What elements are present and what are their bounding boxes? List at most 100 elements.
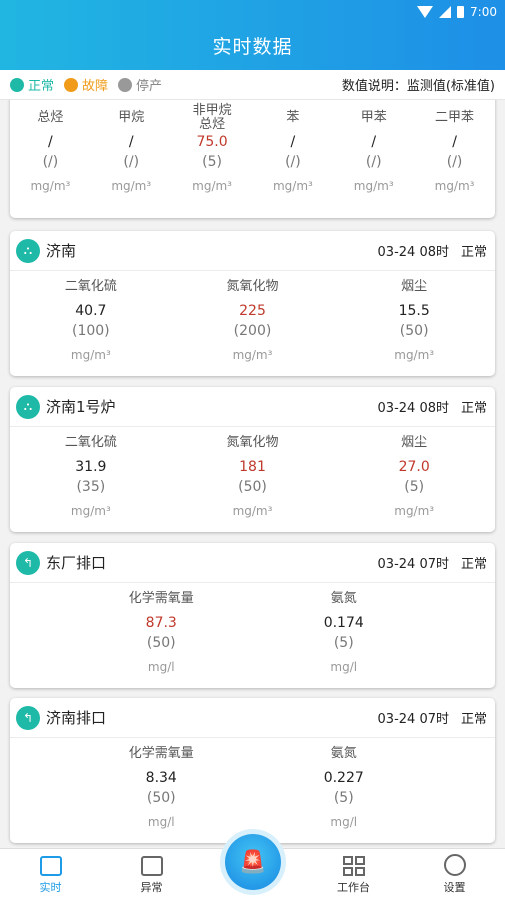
- site-time: 03-24 08时: [377, 401, 449, 416]
- app-header: 7:00 实时数据: [0, 0, 505, 70]
- site-card-header[interactable]: ⛬ 济南 03-24 08时 正常: [10, 231, 495, 271]
- pollutant-cell: 氮氧化物 225 (200) mg/m³: [172, 273, 334, 369]
- nav-realtime-label: 实时: [39, 881, 62, 894]
- nav-settings[interactable]: 设置: [404, 849, 505, 900]
- grid-icon: [342, 856, 365, 876]
- pollutant-unit: mg/m³: [30, 179, 71, 193]
- pollutant-standard: (5): [333, 790, 354, 806]
- fault-dot-icon: [64, 77, 79, 92]
- site-card[interactable]: ↰ 济南排口 03-24 07时 正常 化学需氧量 8.34 (50) mg/l…: [10, 698, 495, 843]
- pollutant-unit: mg/m³: [70, 504, 111, 518]
- legend-bar: 正常 故障 停产 数值说明：监测值(标准值): [0, 70, 505, 100]
- pollutant-unit: mg/l: [330, 815, 358, 829]
- pollutant-standard: (5): [333, 635, 354, 651]
- site-card[interactable]: 总烃 / (/) mg/m³ 甲烷 / (/) mg/m³ 非甲烷 总烃 75.…: [10, 100, 495, 218]
- pollutant-unit: mg/m³: [394, 348, 435, 362]
- pollutant-value: /: [48, 134, 53, 150]
- stop-dot-icon: [118, 77, 133, 92]
- pollutant-value: /: [290, 134, 296, 150]
- wifi-icon: [417, 6, 434, 18]
- pollutant-standard: (/): [446, 154, 463, 170]
- site-card-header[interactable]: ⛬ 济南1号炉 03-24 08时 正常: [10, 387, 495, 427]
- settings-icon: [443, 854, 466, 876]
- pollutant-label: 化学需氧量: [128, 746, 194, 761]
- site-name: 济南: [46, 242, 77, 260]
- pollutant-unit: mg/m³: [434, 179, 475, 193]
- pollutant-standard: (50): [146, 790, 176, 806]
- pollutant-unit: mg/m³: [272, 179, 313, 193]
- pollutant-label: 二氧化硫: [64, 279, 117, 294]
- pollutant-unit: mg/l: [330, 660, 358, 674]
- pollutant-label: 总烃: [37, 110, 64, 125]
- pollutant-standard: (/): [42, 154, 59, 170]
- nav-realtime[interactable]: 实时: [0, 849, 101, 900]
- pollutant-cell: 氮氧化物 181 (50) mg/m³: [172, 429, 334, 525]
- nav-workbench-label: 工作台: [337, 881, 370, 894]
- nav-abnormal-label: 异常: [140, 881, 163, 894]
- pollutant-standard: (50): [399, 323, 429, 339]
- pollutant-cell: 氨氮 0.227 (5) mg/l: [253, 740, 436, 836]
- pollutant-label: 化学需氧量: [128, 591, 194, 606]
- pollutant-value: /: [371, 134, 377, 150]
- pollutant-label: 氨氮: [330, 746, 357, 761]
- pollutant-cell: 化学需氧量 87.3 (50) mg/l: [70, 585, 253, 681]
- pollutant-value: 87.3: [145, 615, 177, 631]
- pollutant-label: 非甲烷 总烃: [192, 103, 232, 132]
- site-name: 东厂排口: [46, 554, 107, 572]
- site-card-header[interactable]: ↰ 济南排口 03-24 07时 正常: [10, 698, 495, 738]
- pollutant-value: /: [452, 134, 457, 150]
- pollutant-unit: mg/l: [147, 815, 175, 829]
- normal-dot-icon: [10, 77, 24, 92]
- pollutant-standard: (50): [238, 479, 267, 495]
- site-status: 正常: [460, 557, 487, 572]
- pollutant-value: 225: [239, 303, 266, 319]
- pollutant-value: 27.0: [398, 459, 430, 475]
- factory-icon: ⛬: [16, 394, 40, 419]
- site-time: 03-24 07时: [377, 712, 449, 727]
- pollutant-label: 氮氧化物: [226, 279, 279, 294]
- site-card[interactable]: ↰ 东厂排口 03-24 07时 正常 化学需氧量 87.3 (50) mg/l…: [10, 543, 495, 688]
- pollutant-unit: mg/m³: [394, 504, 435, 518]
- legend-stop-label: 停产: [136, 79, 163, 94]
- pollutant-label: 烟尘: [401, 279, 428, 294]
- nav-settings-label: 设置: [443, 881, 466, 894]
- pollutant-value: 75.0: [196, 134, 228, 150]
- status-bar: 7:00: [417, 4, 497, 20]
- pollutant-value: 0.174: [323, 615, 364, 631]
- pollutant-standard: (/): [365, 154, 382, 170]
- pollutant-grid: 化学需氧量 8.34 (50) mg/l 氨氮 0.227 (5) mg/l: [10, 738, 495, 836]
- pollutant-unit: mg/m³: [111, 179, 152, 193]
- pollutant-cell: 氨氮 0.174 (5) mg/l: [253, 585, 436, 681]
- pollutant-unit: mg/m³: [192, 179, 232, 193]
- pollutant-cell: 二甲苯 / (/) mg/m³: [414, 104, 495, 200]
- pollutant-standard: (5): [202, 154, 222, 170]
- pollutant-grid: 二氧化硫 40.7 (100) mg/m³ 氮氧化物 225 (200) mg/…: [10, 271, 495, 369]
- page-title: 实时数据: [212, 36, 293, 58]
- pollutant-cell: 甲烷 / (/) mg/m³: [91, 104, 172, 200]
- pollutant-label: 烟尘: [401, 435, 428, 450]
- nav-abnormal[interactable]: 异常: [101, 849, 202, 900]
- pollutant-label: 二甲苯: [435, 110, 475, 125]
- pollutant-cell: 烟尘 27.0 (5) mg/m³: [333, 429, 495, 525]
- pollutant-cell: 苯 / (/) mg/m³: [252, 104, 333, 200]
- pollutant-standard: (/): [123, 154, 140, 170]
- nav-workbench[interactable]: 工作台: [303, 849, 404, 900]
- pollutant-standard: (35): [76, 479, 106, 495]
- pollutant-standard: (5): [404, 479, 425, 495]
- data-list[interactable]: 总烃 / (/) mg/m³ 甲烷 / (/) mg/m³ 非甲烷 总烃 75.…: [0, 100, 505, 848]
- pollutant-value: 0.227: [323, 770, 364, 786]
- site-card[interactable]: ⛬ 济南1号炉 03-24 08时 正常 二氧化硫 31.9 (35) mg/m…: [10, 387, 495, 532]
- legend-normal: 正常: [10, 75, 54, 94]
- site-status: 正常: [460, 245, 487, 260]
- outlet-icon: ↰: [16, 550, 40, 575]
- pollutant-value: 8.34: [145, 770, 177, 786]
- site-card[interactable]: ⛬ 济南 03-24 08时 正常 二氧化硫 40.7 (100) mg/m³ …: [10, 231, 495, 376]
- pollutant-cell: 甲苯 / (/) mg/m³: [333, 104, 414, 200]
- site-time: 03-24 08时: [377, 245, 449, 260]
- site-name: 济南1号炉: [46, 398, 116, 416]
- alarm-button[interactable]: 🚨: [225, 834, 281, 890]
- outlet-icon: ↰: [16, 705, 40, 730]
- site-card-header[interactable]: ↰ 东厂排口 03-24 07时 正常: [10, 543, 495, 583]
- report-icon: [140, 856, 163, 876]
- factory-icon: ⛬: [16, 238, 40, 263]
